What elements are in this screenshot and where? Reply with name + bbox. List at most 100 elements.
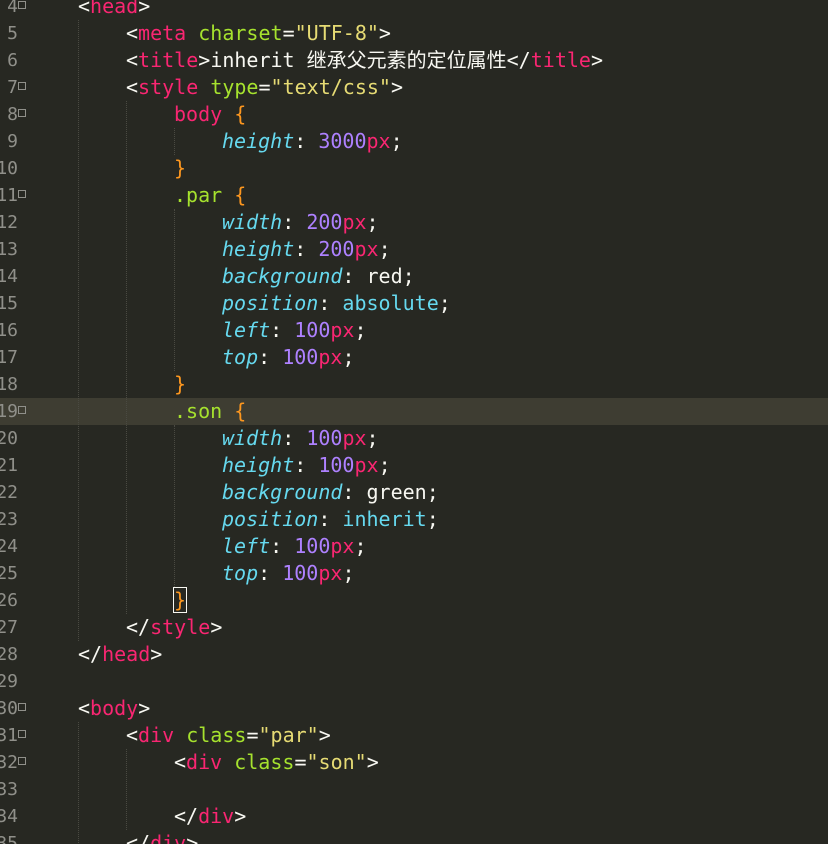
code-line[interactable]: 8 body { [0,101,828,128]
code-text[interactable]: <div class="par"> [126,722,331,749]
code-token: ; [354,534,367,558]
code-text[interactable]: </div> [174,803,246,830]
code-text[interactable]: } [174,155,186,182]
fold-toggle-icon[interactable] [18,109,26,117]
code-text[interactable]: height: 100px; [222,452,391,479]
code-token: class [234,750,295,774]
code-text[interactable]: top: 100px; [222,560,354,587]
fold-toggle-icon[interactable] [18,82,26,90]
line-number: 15 [0,293,18,314]
code-token: ; [390,129,403,153]
code-text[interactable]: } [174,371,186,398]
code-line[interactable]: 25 top: 100px; [0,560,828,587]
code-text[interactable]: position: absolute; [222,290,451,317]
code-token: top [222,345,259,369]
code-text[interactable]: </style> [126,614,222,641]
code-token: } [174,156,187,180]
code-line[interactable]: 31 <div class="par"> [0,722,828,749]
code-token: px [318,345,343,369]
code-text[interactable]: <div class="son"> [174,749,379,776]
fold-toggle-icon[interactable] [18,1,26,9]
code-line[interactable]: 23 position: inherit; [0,506,828,533]
code-text[interactable]: } [172,587,188,614]
code-line[interactable]: 17 top: 100px; [0,344,828,371]
code-line[interactable]: 4 <head> [0,0,828,20]
code-token: : [258,345,283,369]
code-line[interactable]: 19 .son { [0,398,828,425]
fold-toggle-icon[interactable] [18,757,26,765]
code-text[interactable]: .son { [174,398,246,425]
code-text[interactable]: left: 100px; [222,533,367,560]
code-text[interactable]: <style type="text/css"> [126,74,403,101]
code-text[interactable]: height: 200px; [222,236,391,263]
code-text[interactable]: width: 100px; [222,425,379,452]
code-text[interactable]: <meta charset="UTF-8"> [126,20,391,47]
line-number: 20 [0,428,18,449]
code-line[interactable]: 20 width: 100px; [0,425,828,452]
indent-guide [78,20,79,641]
code-line[interactable]: 24 left: 100px; [0,533,828,560]
code-token: px [354,237,379,261]
code-text[interactable]: background: red; [222,263,415,290]
code-text[interactable]: left: 100px; [222,317,367,344]
code-line[interactable]: 6 <title>inherit 继承父元素的定位属性</title> [0,47,828,74]
code-text[interactable]: .par { [174,182,246,209]
code-text[interactable]: width: 200px; [222,209,379,236]
code-token: { [222,102,247,126]
code-token: : [258,561,283,585]
code-line[interactable]: 33 [0,776,828,803]
code-text[interactable]: height: 3000px; [222,128,403,155]
code-text[interactable]: top: 100px; [222,344,354,371]
code-text[interactable]: background: green; [222,479,439,506]
code-token: > [210,615,223,639]
code-line[interactable]: 28 </head> [0,641,828,668]
line-number: 21 [0,455,18,476]
code-text[interactable]: <body> [78,695,150,722]
code-line[interactable]: 32 <div class="son"> [0,749,828,776]
fold-toggle-icon[interactable] [18,406,26,414]
code-text[interactable]: </div> [126,830,198,844]
code-line[interactable]: 14 background: red; [0,263,828,290]
code-line[interactable]: 18} [0,371,828,398]
code-line[interactable]: 15 position: absolute; [0,290,828,317]
code-text[interactable]: <head> [78,0,150,20]
code-token: top [222,561,259,585]
fold-toggle-icon[interactable] [18,190,26,198]
code-text[interactable]: </head> [78,641,162,668]
code-line[interactable]: 29 [0,668,828,695]
code-text[interactable]: body { [174,101,246,128]
code-line[interactable]: 7 <style type="text/css"> [0,74,828,101]
indent-guide [78,722,79,844]
code-token: > [366,750,379,774]
code-token: inherit 继承父元素的定位属性 [210,48,507,72]
code-token: head [90,0,139,18]
code-line[interactable]: 5 <meta charset="UTF-8"> [0,20,828,47]
code-line[interactable]: 27 </style> [0,614,828,641]
code-token: : [294,129,319,153]
code-line[interactable]: 12 width: 200px; [0,209,828,236]
code-line[interactable]: 22 background: green; [0,479,828,506]
code-line[interactable]: 30 <body> [0,695,828,722]
code-line[interactable]: 10} [0,155,828,182]
code-line[interactable]: 21 height: 100px; [0,452,828,479]
code-line[interactable]: 13 height: 200px; [0,236,828,263]
code-text[interactable]: <title>inherit 继承父元素的定位属性</title> [126,47,603,74]
code-line[interactable]: 9 height: 3000px; [0,128,828,155]
line-number: 6 [7,50,18,71]
code-line[interactable]: 16 left: 100px; [0,317,828,344]
code-token: : [318,291,343,315]
line-number: 24 [0,536,18,557]
code-editor[interactable]: 4 <head> 5 <meta charset="UTF-8"> 6 <title>in… [0,0,828,844]
fold-toggle-icon[interactable] [18,730,26,738]
indent-guide [126,749,127,830]
code-line[interactable]: 35 </div> [0,830,828,844]
code-token: = [246,723,259,747]
code-token: "par" [258,723,319,747]
code-token: title [138,48,199,72]
code-line[interactable]: 11 .par { [0,182,828,209]
code-token: body [174,102,223,126]
code-line[interactable]: 34 </div> [0,803,828,830]
code-line[interactable]: 26} [0,587,828,614]
code-text[interactable]: position: inherit; [222,506,439,533]
fold-toggle-icon[interactable] [18,703,26,711]
